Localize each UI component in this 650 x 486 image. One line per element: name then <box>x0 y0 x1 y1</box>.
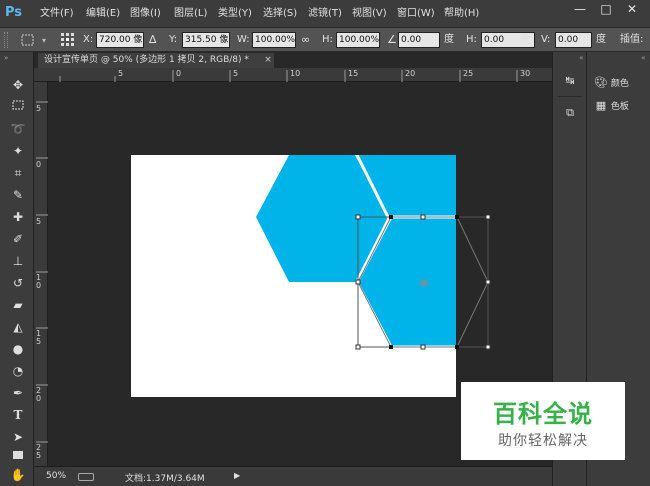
status-bar: 50% 文档:1.37M/3.64M ▶ <box>34 466 552 486</box>
properties-panel-icon[interactable]: ⧉ <box>561 104 579 122</box>
collapse-icon[interactable]: « <box>579 54 583 62</box>
zoom-level[interactable]: 50% <box>46 471 66 481</box>
collapse-icon[interactable]: « <box>641 54 645 62</box>
watermark-title: 百科全说 <box>493 400 593 428</box>
palette-icon: 🎨︎ <box>594 76 608 89</box>
share-icon[interactable] <box>78 473 94 481</box>
document-size: 文档:1.37M/3.64M <box>125 474 205 484</box>
divider <box>558 96 582 97</box>
watermark-subtitle: 助你轻松解决 <box>498 433 588 449</box>
color-panel-label: 颜色 <box>610 79 629 89</box>
photoshop-window: Ps 文件(F) 编辑(E) 图像(I) 图层(L) 类型(Y) 选择(S) 滤… <box>0 0 650 486</box>
swatches-icon: ▦ <box>595 99 607 112</box>
color-panel-tab[interactable]: 🎨︎ 颜色 <box>588 73 648 93</box>
watermark-logo: 百科全说 助你轻松解决 <box>461 382 625 460</box>
history-panel-icon[interactable]: ↹ <box>561 72 579 90</box>
status-menu-arrow-icon[interactable]: ▶ <box>234 471 240 480</box>
swatches-panel-label: 色板 <box>610 102 629 112</box>
swatches-panel-tab[interactable]: ▦ 色板 <box>588 96 648 116</box>
